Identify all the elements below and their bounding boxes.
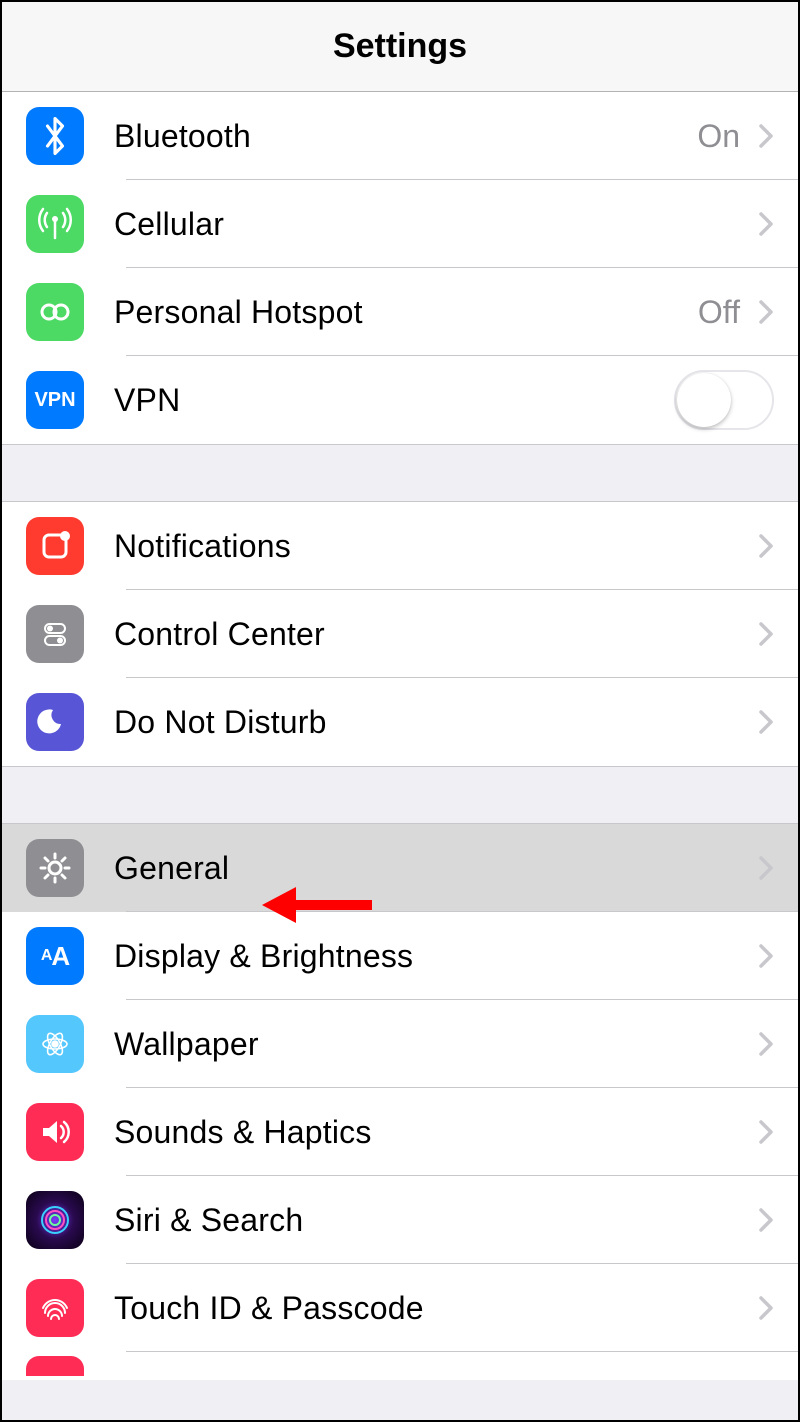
row-label: Cellular <box>114 206 752 243</box>
chevron-icon <box>752 534 780 558</box>
row-label: Notifications <box>114 528 752 565</box>
row-siri-search[interactable]: Siri & Search <box>2 1176 798 1264</box>
chevron-icon <box>752 124 780 148</box>
row-cellular[interactable]: Cellular <box>2 180 798 268</box>
settings-group-device: General AA Display & Brightness Wallpape… <box>2 823 798 1380</box>
control-center-icon <box>26 605 84 663</box>
touchid-icon <box>26 1279 84 1337</box>
chevron-icon <box>752 1032 780 1056</box>
row-vpn[interactable]: VPN VPN <box>2 356 798 444</box>
row-label: Wallpaper <box>114 1026 752 1063</box>
row-label: Bluetooth <box>114 118 697 155</box>
partial-icon <box>26 1356 84 1376</box>
row-notifications[interactable]: Notifications <box>2 502 798 590</box>
sounds-icon <box>26 1103 84 1161</box>
chevron-icon <box>752 212 780 236</box>
row-value: On <box>697 118 740 155</box>
general-icon <box>26 839 84 897</box>
chevron-icon <box>752 710 780 734</box>
row-label: Personal Hotspot <box>114 294 698 331</box>
row-label: Control Center <box>114 616 752 653</box>
row-label: Display & Brightness <box>114 938 752 975</box>
row-partial[interactable] <box>2 1352 798 1380</box>
vpn-icon: VPN <box>26 371 84 429</box>
row-value: Off <box>698 294 740 331</box>
bluetooth-icon <box>26 107 84 165</box>
chevron-icon <box>752 622 780 646</box>
page-title: Settings <box>333 27 467 66</box>
row-control-center[interactable]: Control Center <box>2 590 798 678</box>
navbar: Settings <box>2 2 798 92</box>
cellular-icon <box>26 195 84 253</box>
settings-group-connectivity: Bluetooth On Cellular Personal Hotspot O… <box>2 92 798 445</box>
row-do-not-disturb[interactable]: Do Not Disturb <box>2 678 798 766</box>
row-label: Sounds & Haptics <box>114 1114 752 1151</box>
notifications-icon <box>26 517 84 575</box>
row-display-brightness[interactable]: AA Display & Brightness <box>2 912 798 1000</box>
row-label: Siri & Search <box>114 1202 752 1239</box>
row-touchid-passcode[interactable]: Touch ID & Passcode <box>2 1264 798 1352</box>
row-bluetooth[interactable]: Bluetooth On <box>2 92 798 180</box>
siri-icon <box>26 1191 84 1249</box>
settings-group-system: Notifications Control Center Do Not Dist… <box>2 501 798 767</box>
row-general[interactable]: General <box>2 824 798 912</box>
display-icon: AA <box>26 927 84 985</box>
vpn-toggle[interactable] <box>674 370 774 430</box>
row-wallpaper[interactable]: Wallpaper <box>2 1000 798 1088</box>
row-sounds-haptics[interactable]: Sounds & Haptics <box>2 1088 798 1176</box>
row-label: General <box>114 850 752 887</box>
chevron-icon <box>752 856 780 880</box>
settings-screen: Settings Bluetooth On Cellular <box>0 0 800 1422</box>
chevron-icon <box>752 1296 780 1320</box>
row-personal-hotspot[interactable]: Personal Hotspot Off <box>2 268 798 356</box>
chevron-icon <box>752 944 780 968</box>
chevron-icon <box>752 1208 780 1232</box>
chevron-icon <box>752 1120 780 1144</box>
chevron-icon <box>752 300 780 324</box>
row-label: VPN <box>114 382 674 419</box>
do-not-disturb-icon <box>26 693 84 751</box>
row-label: Do Not Disturb <box>114 704 752 741</box>
row-label: Touch ID & Passcode <box>114 1290 752 1327</box>
hotspot-icon <box>26 283 84 341</box>
wallpaper-icon <box>26 1015 84 1073</box>
